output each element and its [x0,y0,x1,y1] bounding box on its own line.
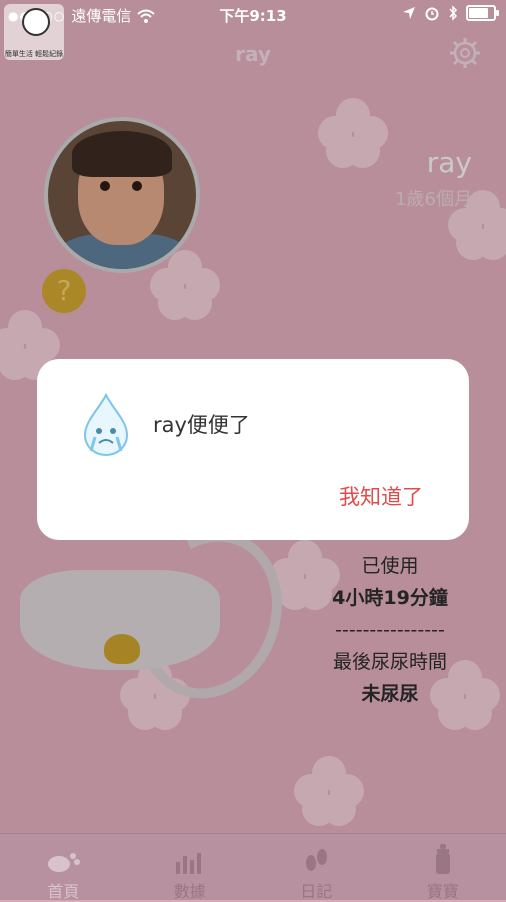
watermark-logo: 簡單生活 輕鬆紀錄 [4,4,64,60]
footprints-icon [302,846,330,874]
location-arrow-icon [402,6,416,20]
bar-chart-icon [174,850,206,874]
bottle-icon [434,844,452,874]
tab-home[interactable]: 首頁 [0,834,127,900]
status-bar: ●●○○○ 遠傳電信 下午9:13 [0,0,506,28]
tab-data[interactable]: 數據 [127,834,254,900]
water-drop-crying-icon [77,393,135,459]
tab-bar: 首頁 數據 日記 寶寶 [0,833,506,900]
tab-diary[interactable]: 日記 [253,834,380,900]
alarm-icon [424,5,440,21]
bluetooth-icon [448,5,458,21]
gear-icon[interactable] [448,36,482,70]
alert-message: ray便便了 [153,409,250,439]
tab-baby[interactable]: 寶寶 [380,834,506,900]
page-title: ray [0,42,506,66]
footprint-diaper-icon [45,850,81,874]
confirm-button[interactable]: 我知道了 [339,481,423,511]
alert-dialog: ray便便了 我知道了 [37,359,469,540]
nav-bar: ray [0,28,506,78]
battery-icon [466,5,496,21]
